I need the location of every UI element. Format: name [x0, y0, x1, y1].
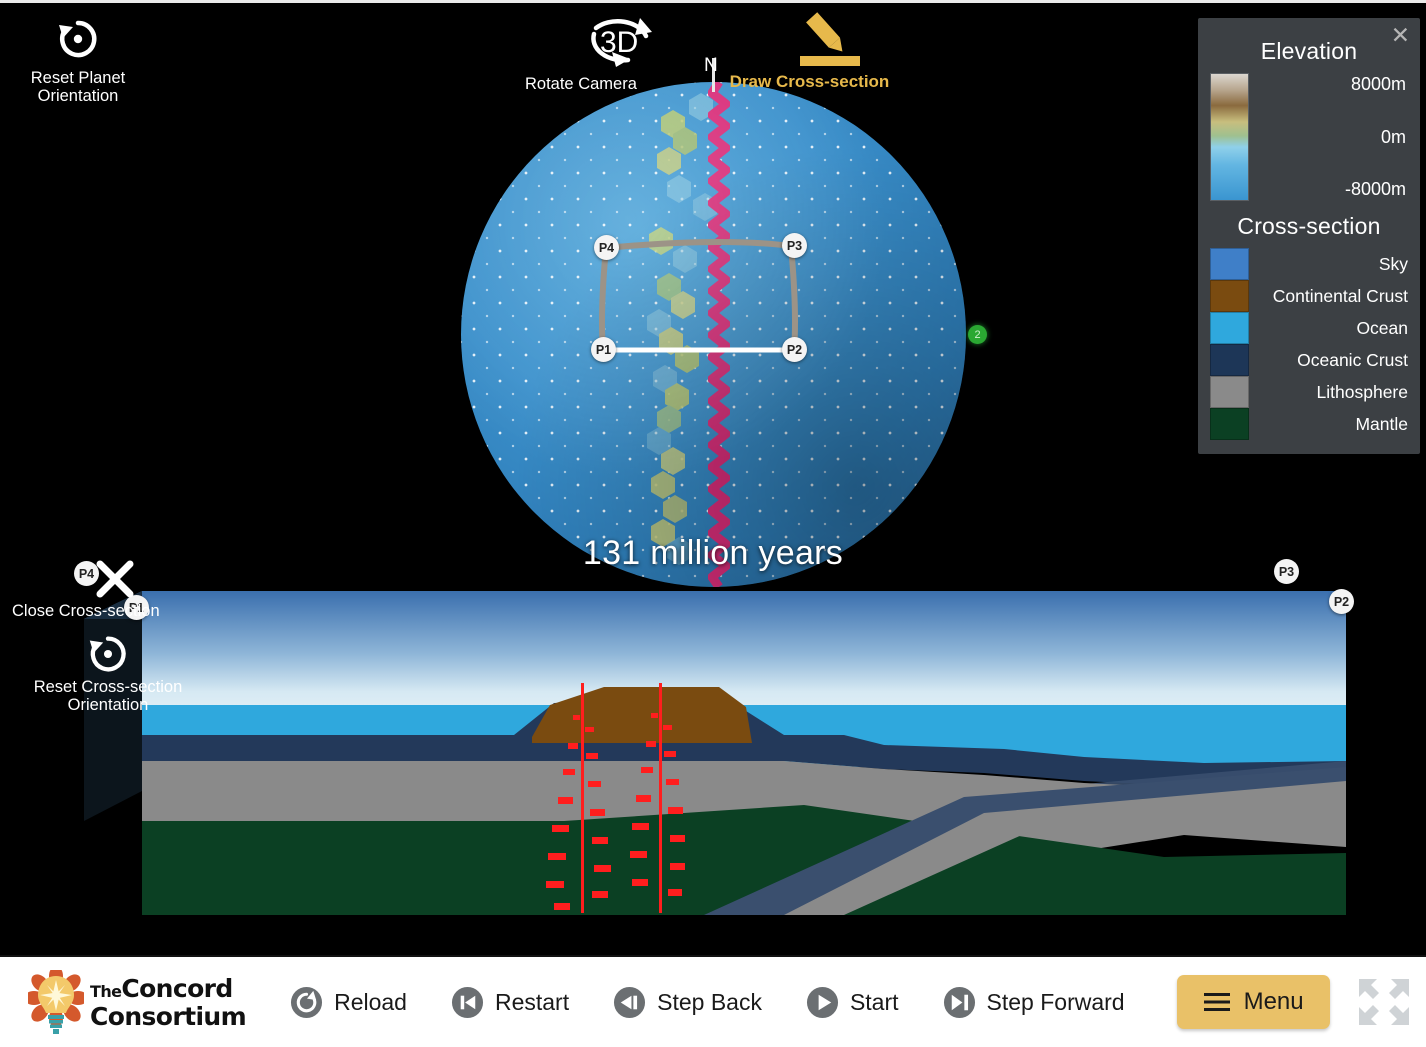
simulation-time-label: 131 million years [582, 534, 844, 572]
legend-item-ocean: Ocean [1210, 312, 1408, 344]
close-x-icon [96, 560, 134, 598]
elevation-tick-labels: 8000m 0m -8000m [1257, 73, 1408, 201]
cross-section-view[interactable] [84, 585, 1346, 915]
legend-close-icon[interactable]: ✕ [1391, 24, 1410, 47]
legend-swatch [1210, 248, 1249, 280]
svg-text:3D: 3D [600, 26, 638, 59]
play-icon [806, 986, 838, 1018]
step-back-icon [614, 986, 646, 1018]
legend-item-sky: Sky [1210, 248, 1408, 280]
rotate-camera-label: Rotate Camera [525, 75, 637, 93]
reset-cross-section-orientation-label: Reset Cross-section Orientation [33, 678, 183, 714]
reload-label: Reload [334, 988, 407, 1015]
globe-marker-badge[interactable]: 2 [968, 325, 987, 344]
app-root: P1 P2 P3 P4 N 2 131 million years Reset … [0, 0, 1426, 1047]
legend-panel: ✕ Elevation 8000m 0m -8000m Cross-sectio… [1198, 18, 1420, 454]
legend-label: Lithosphere [1316, 381, 1408, 402]
reset-planet-orientation-button[interactable]: Reset Planet Orientation [8, 14, 148, 105]
step-back-button[interactable]: Step Back [613, 986, 762, 1019]
pencil-icon [799, 12, 860, 66]
simulation-viewport[interactable]: P1 P2 P3 P4 N 2 131 million years Reset … [0, 0, 1426, 955]
skip-back-icon [451, 986, 483, 1018]
step-forward-icon [943, 986, 975, 1018]
legend-item-list: Sky Continental Crust Ocean Oceanic Crust Li… [1210, 248, 1408, 440]
bottom-toolbar: TheConcord Consortium Reload Restart Ste… [0, 955, 1426, 1047]
cross-section-point-p2[interactable]: P2 [782, 337, 807, 362]
menu-label: Menu [1243, 988, 1304, 1015]
legend-elevation-title: Elevation [1260, 38, 1358, 64]
legend-item-oceanic-crust: Oceanic Crust [1210, 344, 1408, 376]
fullscreen-button[interactable] [1356, 976, 1412, 1028]
restart-button[interactable]: Restart [451, 986, 569, 1019]
menu-button[interactable]: Menu [1176, 975, 1330, 1029]
legend-cross-section-title: Cross-section [1237, 213, 1381, 239]
elevation-scale: 8000m 0m -8000m [1210, 73, 1408, 201]
close-cross-section-button[interactable]: Close Cross-section [12, 560, 202, 620]
elevation-tick-min: -8000m [1344, 179, 1406, 199]
logo-the: The [90, 981, 122, 1001]
legend-swatch [1210, 280, 1249, 312]
lightbulb-flower-icon [24, 966, 88, 1034]
reset-planet-orientation-label: Reset Planet Orientation [30, 69, 126, 105]
legend-swatch [1210, 376, 1249, 408]
legend-item-lithosphere: Lithosphere [1210, 376, 1408, 408]
logo-concord: Concord [121, 973, 233, 1003]
step-forward-label: Step Forward [986, 988, 1125, 1015]
reset-rotation-icon [89, 636, 126, 672]
cross-section-point-p4[interactable]: P4 [594, 235, 619, 260]
xsec-point-p2[interactable]: P2 [1329, 589, 1354, 614]
elevation-tick-max: 8000m [1350, 74, 1406, 94]
cross-section-outline [599, 238, 798, 353]
logo-consortium: Consortium [90, 1001, 247, 1031]
elevation-gradient-bar [1210, 73, 1249, 201]
fullscreen-icon [1358, 979, 1409, 1025]
legend-swatch [1210, 408, 1249, 440]
elevation-tick-mid: 0m [1380, 126, 1406, 147]
legend-item-continental-crust: Continental Crust [1210, 280, 1408, 312]
reset-rotation-icon [59, 20, 97, 58]
close-cross-section-label: Close Cross-section [12, 602, 160, 620]
legend-label: Oceanic Crust [1297, 349, 1408, 370]
step-forward-button[interactable]: Step Forward [943, 986, 1125, 1019]
3d-rotate-icon: 3D [591, 18, 652, 67]
cross-section-point-p3[interactable]: P3 [782, 233, 807, 258]
reset-cross-section-orientation-button[interactable]: Reset Cross-section Orientation [8, 630, 208, 714]
legend-label: Sky [1378, 253, 1408, 274]
rotate-camera-button[interactable]: 3D Rotate Camera [525, 12, 677, 93]
legend-swatch [1210, 312, 1249, 344]
logo-wordmark: TheConcord Consortium [90, 973, 247, 1031]
start-label: Start [849, 988, 899, 1015]
legend-item-mantle: Mantle [1210, 408, 1408, 440]
legend-label: Continental Crust [1272, 285, 1408, 306]
start-button[interactable]: Start [806, 986, 899, 1019]
restart-label: Restart [494, 988, 570, 1015]
xsec-point-p3[interactable]: P3 [1274, 559, 1299, 584]
hamburger-icon [1203, 993, 1230, 1011]
reload-button[interactable]: Reload [290, 986, 407, 1019]
legend-swatch [1210, 344, 1249, 376]
draw-cross-section-label: Draw Cross-section [729, 72, 890, 91]
step-back-label: Step Back [657, 988, 762, 1015]
draw-cross-section-button[interactable]: Draw Cross-section [712, 12, 907, 91]
reload-icon [291, 986, 323, 1018]
planet-globe[interactable]: P1 P2 P3 P4 [461, 82, 966, 587]
legend-label: Ocean [1356, 317, 1408, 338]
concord-consortium-logo: TheConcord Consortium [24, 966, 247, 1034]
legend-label: Mantle [1355, 413, 1408, 434]
cross-section-point-p1[interactable]: P1 [591, 337, 616, 362]
